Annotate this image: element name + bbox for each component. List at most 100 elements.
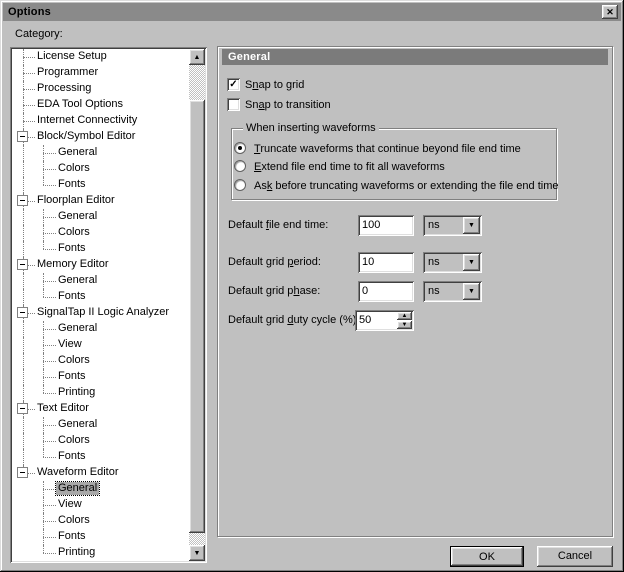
tree-item-label: Fonts xyxy=(58,530,86,542)
vertical-scrollbar[interactable]: ▲ ▼ xyxy=(189,49,205,561)
tree-item[interactable]: EDA Tool Options xyxy=(12,97,189,113)
collapse-icon[interactable] xyxy=(17,467,28,478)
tree-item[interactable]: View xyxy=(12,497,189,513)
tree-item-label: Block/Symbol Editor xyxy=(37,130,136,142)
tree-item[interactable]: View xyxy=(12,337,189,353)
close-icon[interactable]: ✕ xyxy=(602,5,618,19)
tree-item[interactable]: Colors xyxy=(12,353,189,369)
tree-item[interactable]: General xyxy=(12,481,189,497)
collapse-icon[interactable] xyxy=(17,307,28,318)
tree-item[interactable]: Block/Symbol Editor xyxy=(12,129,189,145)
tree-guide-line xyxy=(43,233,56,234)
truncate-waveforms-radio[interactable] xyxy=(234,142,246,154)
collapse-icon[interactable] xyxy=(17,195,28,206)
collapse-icon[interactable] xyxy=(17,259,28,270)
tree-item[interactable]: License Setup xyxy=(12,49,189,65)
tree-item-label: General xyxy=(58,418,98,430)
default-file-end-time-input[interactable]: 100 xyxy=(358,215,414,236)
tree-item[interactable]: General xyxy=(12,321,189,337)
tree-item[interactable]: Colors xyxy=(12,225,189,241)
tree-guide-line xyxy=(23,73,35,74)
tree-guide-line xyxy=(23,337,24,353)
dropdown-arrow-icon[interactable]: ▼ xyxy=(463,217,480,234)
tree-item[interactable]: Waveform Editor xyxy=(12,465,189,481)
tree-item[interactable]: Internet Connectivity xyxy=(12,113,189,129)
ok-button[interactable]: OK xyxy=(450,546,524,567)
default-grid-phase-input[interactable]: 0 xyxy=(358,281,414,302)
tree-guide-line xyxy=(23,209,24,225)
tree-item[interactable]: Fonts xyxy=(12,177,189,193)
tree-guide-line xyxy=(23,145,24,161)
tree-guide-line xyxy=(43,545,44,553)
tree-item[interactable]: Printing xyxy=(12,385,189,401)
tree-item[interactable]: General xyxy=(12,145,189,161)
tree-item[interactable]: Printing xyxy=(12,545,189,561)
snap-to-transition-checkbox[interactable] xyxy=(227,98,240,111)
snap-to-grid-label: Snap to grid xyxy=(245,79,305,91)
tree-item[interactable]: SignalTap II Logic Analyzer xyxy=(12,305,189,321)
tree-item[interactable]: General xyxy=(12,273,189,289)
extend-file-end-time-radio[interactable] xyxy=(234,160,246,172)
tree-guide-line xyxy=(23,433,24,449)
tree-item-label: View xyxy=(58,498,82,510)
tree-guide-line xyxy=(23,449,24,465)
spin-down-icon[interactable]: ▼ xyxy=(397,321,412,329)
tree-item-label: General xyxy=(58,274,98,286)
tree-item[interactable]: Memory Editor xyxy=(12,257,189,273)
tree-item[interactable]: Fonts xyxy=(12,241,189,257)
collapse-icon[interactable] xyxy=(17,403,28,414)
scroll-up-icon[interactable]: ▲ xyxy=(189,49,205,65)
truncate-waveforms-label: Truncate waveforms that continue beyond … xyxy=(254,143,521,155)
default-grid-period-unit-select[interactable]: ns ▼ xyxy=(423,252,482,273)
ask-before-truncating-radio[interactable] xyxy=(234,179,246,191)
tree-guide-line xyxy=(23,417,24,433)
tree-item[interactable]: Colors xyxy=(12,433,189,449)
tree-item[interactable]: Fonts xyxy=(12,369,189,385)
tree-item[interactable]: General xyxy=(12,209,189,225)
ask-before-truncating-label: Ask before truncating waveforms or exten… xyxy=(254,180,559,192)
default-file-end-time-unit-select[interactable]: ns ▼ xyxy=(423,215,482,236)
tree-item-label: Colors xyxy=(58,514,90,526)
tree-guide-line xyxy=(43,553,56,554)
tree-guide-line xyxy=(23,289,24,305)
title-bar[interactable]: Options ✕ xyxy=(3,3,621,21)
snap-to-grid-checkbox[interactable]: ✓ xyxy=(227,78,240,91)
default-grid-duty-cycle-stepper[interactable]: 50 ▲ ▼ xyxy=(355,310,414,331)
tree-item[interactable]: Text Editor xyxy=(12,401,189,417)
tree-item-label: View xyxy=(58,338,82,350)
cancel-button[interactable]: Cancel xyxy=(537,546,613,567)
tree-guide-line xyxy=(43,377,56,378)
tree-item[interactable]: General xyxy=(12,417,189,433)
scrollbar-thumb[interactable] xyxy=(189,100,205,533)
tree-item-label: Internet Connectivity xyxy=(37,114,138,126)
tree-item[interactable]: Colors xyxy=(12,161,189,177)
default-grid-period-input[interactable]: 10 xyxy=(358,252,414,273)
tree-guide-line xyxy=(43,449,44,457)
tree-item[interactable]: Colors xyxy=(12,513,189,529)
collapse-icon[interactable] xyxy=(17,131,28,142)
tree-guide-line xyxy=(43,393,56,394)
dropdown-arrow-icon[interactable]: ▼ xyxy=(463,283,480,300)
tree-item-label: Waveform Editor xyxy=(37,466,119,478)
tree-item[interactable]: Processing xyxy=(12,81,189,97)
scroll-down-icon[interactable]: ▼ xyxy=(189,545,205,561)
category-tree: License Setup Programmer Processing EDA Too… xyxy=(12,49,189,561)
tree-item[interactable]: Fonts xyxy=(12,449,189,465)
tree-item-label: General xyxy=(54,481,101,496)
tree-item-label: Programmer xyxy=(37,66,99,78)
tree-item[interactable]: Programmer xyxy=(12,65,189,81)
tree-item[interactable]: Fonts xyxy=(12,289,189,305)
window-title: Options xyxy=(8,6,51,18)
tree-guide-line xyxy=(43,297,56,298)
tree-guide-line xyxy=(43,153,56,154)
dropdown-arrow-icon[interactable]: ▼ xyxy=(463,254,480,271)
tree-guide-line xyxy=(23,369,24,385)
tree-guide-line xyxy=(43,441,56,442)
default-grid-phase-unit-select[interactable]: ns ▼ xyxy=(423,281,482,302)
tree-guide-line xyxy=(43,241,44,249)
tree-guide-line xyxy=(43,185,56,186)
tree-item[interactable]: Fonts xyxy=(12,529,189,545)
tree-item[interactable]: Floorplan Editor xyxy=(12,193,189,209)
tree-item-label: Colors xyxy=(58,226,90,238)
tree-item-label: Fonts xyxy=(58,178,86,190)
